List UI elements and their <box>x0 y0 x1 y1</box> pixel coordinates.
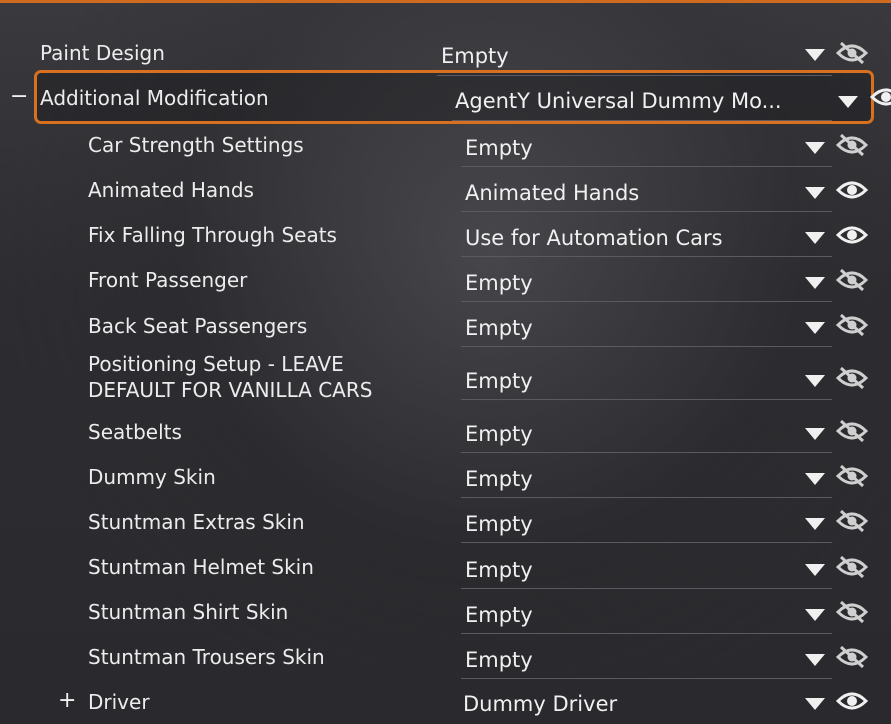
eye-off-icon[interactable] <box>836 646 868 668</box>
eye-icon[interactable] <box>836 690 868 712</box>
row-label: Dummy Skin <box>88 465 216 489</box>
dropdown-underline <box>461 542 832 543</box>
chevron-down-icon[interactable] <box>805 518 825 530</box>
row-label: Positioning Setup - LEAVE DEFAULT FOR VA… <box>88 352 373 402</box>
row-label: Stuntman Helmet Skin <box>88 555 314 579</box>
chevron-down-icon[interactable] <box>805 322 825 334</box>
dropdown-underline <box>461 588 832 589</box>
chevron-down-icon[interactable] <box>805 564 825 576</box>
row-label: Seatbelts <box>88 420 182 444</box>
chevron-down-icon[interactable] <box>838 96 858 108</box>
dropdown-value[interactable]: AgentY Universal Dummy Mo... <box>455 89 810 113</box>
eye-icon[interactable] <box>836 224 868 246</box>
chevron-down-icon[interactable] <box>805 142 825 154</box>
dropdown-value[interactable]: Empty <box>441 44 801 68</box>
collapse-toggle[interactable]: − <box>10 84 28 109</box>
eye-icon[interactable] <box>870 86 891 108</box>
dropdown-underline <box>461 633 832 634</box>
row-label: Back Seat Passengers <box>88 314 308 338</box>
eye-off-icon[interactable] <box>836 42 868 64</box>
row-label: Driver <box>88 690 150 714</box>
dropdown-value[interactable]: Empty <box>465 316 795 340</box>
dropdown-underline <box>461 497 832 498</box>
chevron-down-icon[interactable] <box>805 277 825 289</box>
dropdown-value[interactable]: Empty <box>465 558 795 582</box>
row-label: Fix Falling Through Seats <box>88 223 337 247</box>
eye-off-icon[interactable] <box>836 314 868 336</box>
chevron-down-icon[interactable] <box>805 375 825 387</box>
dropdown-value[interactable]: Dummy Driver <box>463 692 793 716</box>
dropdown-value[interactable]: Empty <box>465 512 795 536</box>
dropdown-underline <box>461 301 832 302</box>
dropdown-value[interactable]: Empty <box>465 369 795 393</box>
row-label: Stuntman Trousers Skin <box>88 645 325 669</box>
row-label: Car Strength Settings <box>88 133 304 157</box>
dropdown-value[interactable]: Empty <box>465 422 795 446</box>
row-label: Front Passenger <box>88 268 248 292</box>
dropdown-underline <box>461 211 832 212</box>
chevron-down-icon[interactable] <box>805 698 825 710</box>
dropdown-value[interactable]: Use for Automation Cars <box>465 226 795 250</box>
chevron-down-icon[interactable] <box>805 232 825 244</box>
dropdown-value[interactable]: Empty <box>465 603 795 627</box>
dropdown-value[interactable]: Empty <box>465 271 795 295</box>
row-label: Animated Hands <box>88 178 254 202</box>
dropdown-underline <box>452 120 832 121</box>
chevron-down-icon[interactable] <box>805 49 825 61</box>
chevron-down-icon[interactable] <box>805 428 825 440</box>
dropdown-value[interactable]: Empty <box>465 136 795 160</box>
eye-icon[interactable] <box>836 179 868 201</box>
row-label: Additional Modification <box>40 86 269 110</box>
chevron-down-icon[interactable] <box>805 654 825 666</box>
eye-off-icon[interactable] <box>836 601 868 623</box>
dropdown-underline <box>461 678 832 679</box>
eye-off-icon[interactable] <box>836 367 868 389</box>
row-label: Stuntman Shirt Skin <box>88 600 289 624</box>
eye-off-icon[interactable] <box>836 465 868 487</box>
eye-off-icon[interactable] <box>836 134 868 156</box>
eye-off-icon[interactable] <box>836 420 868 442</box>
eye-off-icon[interactable] <box>836 556 868 578</box>
row-label: Paint Design <box>40 41 165 65</box>
dropdown-value[interactable]: Animated Hands <box>465 181 795 205</box>
dropdown-underline <box>437 75 832 76</box>
dropdown-underline <box>461 452 832 453</box>
dropdown-value[interactable]: Empty <box>465 467 795 491</box>
expand-toggle[interactable]: + <box>58 688 76 713</box>
dropdown-value[interactable]: Empty <box>465 648 795 672</box>
eye-off-icon[interactable] <box>836 269 868 291</box>
row-label: Stuntman Extras Skin <box>88 510 305 534</box>
eye-off-icon[interactable] <box>836 510 868 532</box>
dropdown-underline <box>461 399 832 400</box>
chevron-down-icon[interactable] <box>805 609 825 621</box>
top-accent-line <box>0 0 891 3</box>
dropdown-underline <box>461 346 832 347</box>
dropdown-underline <box>461 256 832 257</box>
dropdown-underline <box>461 166 832 167</box>
chevron-down-icon[interactable] <box>805 187 825 199</box>
chevron-down-icon[interactable] <box>805 473 825 485</box>
